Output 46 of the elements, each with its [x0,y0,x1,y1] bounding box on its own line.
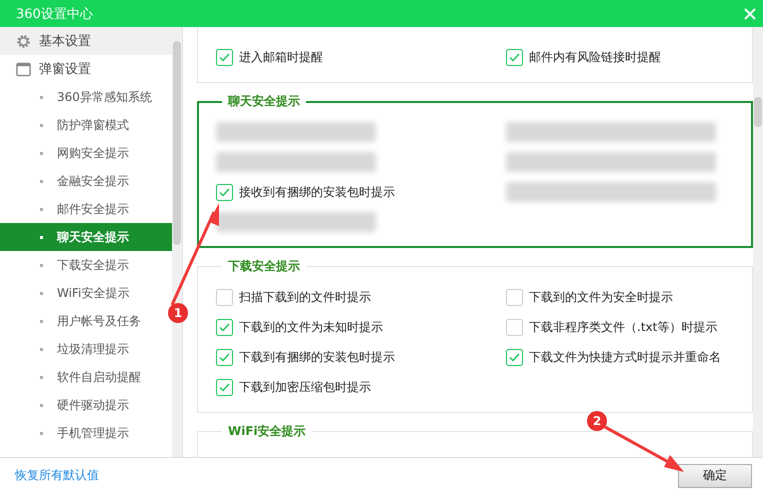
ok-button[interactable]: 确定 [678,464,752,488]
close-icon[interactable] [743,6,757,20]
checkbox-label: 下载到的文件为安全时提示 [529,288,673,306]
restore-defaults-link[interactable]: 恢复所有默认值 [15,467,99,484]
checkbox[interactable] [216,348,233,366]
sidebar-item[interactable]: 硬件驱动提示 [0,391,172,419]
settings-icon [16,34,31,48]
annotation-badge: 1 [168,303,188,323]
checkbox[interactable] [506,348,523,366]
checkbox-label: 下载非程序类文件（.txt等）时提示 [529,318,718,336]
window-icon [16,62,31,76]
checkbox-label: 下载到加密压缩包时提示 [239,378,371,396]
checkbox-label: 下载文件为快捷方式时提示并重命名 [529,348,721,366]
checkbox-label: 接收到有捆绑的安装包时提示 [239,184,395,200]
scrollbar[interactable] [753,27,763,457]
sidebar-group[interactable]: 基本设置 [0,27,172,55]
checkbox[interactable] [216,378,233,396]
section-title: WiFi安全提示 [227,423,307,440]
checkbox[interactable] [216,288,233,306]
checkbox-label: 扫描下载到的文件时提示 [239,288,371,306]
checkbox-label: 进入邮箱时提醒 [239,48,323,66]
checkbox[interactable] [506,48,523,66]
sidebar-item[interactable]: 下载安全提示 [0,251,172,279]
sidebar-item[interactable]: 邮件安全提示 [0,195,172,223]
window-title: 360设置中心 [16,6,93,22]
checkbox[interactable] [216,184,233,200]
checkbox[interactable] [216,318,233,336]
sidebar-item[interactable]: 360异常感知系统 [0,83,172,111]
checkbox[interactable] [506,318,523,336]
annotation-badge: 2 [587,411,607,431]
sidebar-item[interactable]: 手机管理提示 [0,419,172,447]
sidebar-item[interactable]: 网购安全提示 [0,139,172,167]
sidebar-item[interactable]: 金融安全提示 [0,167,172,195]
checkbox-label: 下载到有捆绑的安装包时提示 [239,348,395,366]
sidebar-item[interactable]: 聊天安全提示 [0,223,172,251]
sidebar-item[interactable]: 垃圾清理提示 [0,335,172,363]
section-title: 聊天安全提示 [226,93,301,110]
checkbox-label: 邮件内有风险链接时提醒 [529,48,661,66]
sidebar-item[interactable]: 软件自启动提醒 [0,363,172,391]
scrollbar[interactable] [172,27,183,457]
sidebar-item[interactable]: 防护弹窗模式 [0,111,172,139]
sidebar-group[interactable]: 弹窗设置 [0,55,172,83]
checkbox-label: 下载到的文件为未知时提示 [239,318,383,336]
checkbox[interactable] [506,288,523,306]
checkbox[interactable] [216,48,233,66]
section-title: 下载安全提示 [227,258,301,275]
